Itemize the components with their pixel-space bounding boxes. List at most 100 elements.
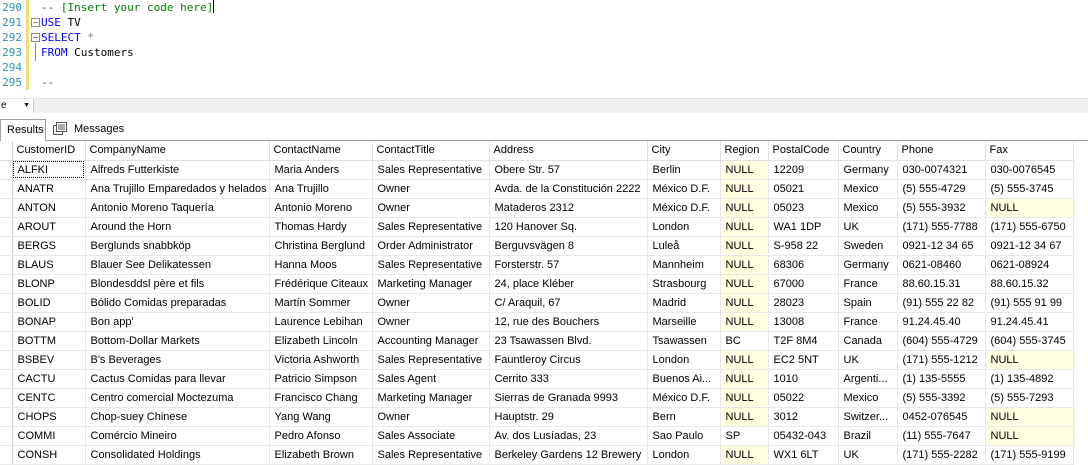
results-grid[interactable]: CustomerID CompanyName ContactName ContactT… — [0, 141, 1088, 465]
grid-cell[interactable]: France — [838, 312, 898, 332]
row-selector[interactable] — [0, 236, 13, 256]
grid-cell[interactable]: Elizabeth Lincoln — [269, 331, 373, 351]
collapse-icon[interactable]: − — [31, 33, 40, 42]
code-line[interactable]: 291 USE TV — [0, 15, 1088, 30]
grid-cell[interactable]: Owner — [372, 198, 490, 218]
grid-cell[interactable]: (91) 555 91 99 — [985, 293, 1074, 313]
table-row[interactable]: BSBEV B's Beverages Victoria Ashworth Sales… — [0, 350, 1074, 370]
grid-cell[interactable]: EC2 5NT — [768, 350, 839, 370]
grid-cell[interactable]: Berguvsvägen 8 — [489, 236, 648, 256]
grid-cell[interactable]: Sierras de Granada 9993 — [489, 388, 648, 408]
grid-cell[interactable]: Accounting Manager — [372, 331, 490, 351]
table-row[interactable]: BOLID Bólido Comidas preparadas Martín Som… — [0, 293, 1074, 313]
grid-cell[interactable]: ANTON — [12, 198, 86, 218]
grid-cell[interactable]: 120 Hanover Sq. — [489, 217, 648, 237]
grid-cell[interactable]: (5) 555-7293 — [985, 388, 1074, 408]
grid-cell[interactable]: WX1 6LT — [768, 445, 839, 465]
grid-cell[interactable]: 12, rue des Bouchers — [489, 312, 648, 332]
grid-cell[interactable]: 67000 — [768, 274, 839, 294]
grid-cell[interactable]: 0921-12 34 67 — [985, 236, 1074, 256]
grid-cell[interactable]: Tsawassen — [647, 331, 721, 351]
grid-cell[interactable]: SP — [720, 426, 769, 446]
grid-cell[interactable]: Laurence Lebihan — [269, 312, 373, 332]
grid-cell[interactable]: NULL — [720, 179, 769, 199]
grid-cell[interactable]: Marketing Manager — [372, 388, 490, 408]
grid-cell[interactable]: NULL — [985, 350, 1074, 370]
grid-cell[interactable]: NULL — [720, 312, 769, 332]
grid-cell[interactable]: 28023 — [768, 293, 839, 313]
row-selector[interactable] — [0, 312, 13, 332]
grid-cell[interactable]: Owner — [372, 293, 490, 313]
row-selector[interactable] — [0, 350, 13, 370]
grid-cell[interactable]: London — [647, 445, 721, 465]
grid-cell[interactable]: Consolidated Holdings — [85, 445, 270, 465]
grid-cell[interactable]: C/ Araquil, 67 — [489, 293, 648, 313]
grid-cell[interactable]: (5) 555-3745 — [985, 179, 1074, 199]
grid-cell[interactable]: (5) 555-3392 — [897, 388, 986, 408]
table-row[interactable]: BLAUS Blauer See Delikatessen Hanna Moos Sa… — [0, 255, 1074, 275]
grid-cell[interactable]: Blondesddsl père et fils — [85, 274, 270, 294]
grid-cell[interactable]: (1) 135-4892 — [985, 369, 1074, 389]
grid-cell[interactable]: London — [647, 350, 721, 370]
grid-cell[interactable]: Sales Representative — [372, 350, 490, 370]
grid-cell[interactable]: 3012 — [768, 407, 839, 427]
column-header[interactable]: Fax — [985, 141, 1074, 161]
grid-cell[interactable]: Obere Str. 57 — [489, 160, 648, 180]
grid-cell[interactable]: Argenti... — [838, 369, 898, 389]
grid-cell[interactable]: NULL — [720, 217, 769, 237]
grid-cell[interactable]: Mannheim — [647, 255, 721, 275]
grid-cell[interactable]: 24, place Kléber — [489, 274, 648, 294]
row-selector[interactable] — [0, 407, 13, 427]
row-selector[interactable] — [0, 255, 13, 275]
code-line[interactable]: 295 -- — [0, 75, 1088, 90]
grid-cell[interactable]: (5) 555-4729 — [897, 179, 986, 199]
grid-cell[interactable]: NULL — [720, 255, 769, 275]
grid-cell[interactable]: Hanna Moos — [269, 255, 373, 275]
grid-cell[interactable]: Owner — [372, 407, 490, 427]
grid-cell[interactable]: Bottom-Dollar Markets — [85, 331, 270, 351]
grid-cell[interactable]: Mataderos 2312 — [489, 198, 648, 218]
grid-cell[interactable]: Blauer See Delikatessen — [85, 255, 270, 275]
grid-cell[interactable]: NULL — [720, 236, 769, 256]
grid-cell[interactable]: Canada — [838, 331, 898, 351]
query-editor[interactable]: 290 -- [Insert your code here] 291 USE TV 29… — [0, 0, 1088, 98]
grid-cell[interactable]: Berglunds snabbköp — [85, 236, 270, 256]
grid-cell[interactable]: NULL — [720, 160, 769, 180]
grid-cell[interactable]: Bern — [647, 407, 721, 427]
grid-cell[interactable]: 05021 — [768, 179, 839, 199]
grid-cell[interactable]: 91.24.45.41 — [985, 312, 1074, 332]
grid-cell[interactable]: Germany — [838, 255, 898, 275]
grid-cell[interactable]: ALFKI — [12, 160, 86, 180]
table-row[interactable]: CACTU Cactus Comidas para llevar Patricio … — [0, 369, 1074, 389]
row-selector[interactable] — [0, 369, 13, 389]
grid-cell[interactable]: AROUT — [12, 217, 86, 237]
table-row[interactable]: COMMI Comércio Mineiro Pedro Afonso Sales A… — [0, 426, 1074, 446]
grid-cell[interactable]: France — [838, 274, 898, 294]
grid-cell[interactable]: NULL — [720, 350, 769, 370]
grid-cell[interactable]: Christina Berglund — [269, 236, 373, 256]
grid-cell[interactable]: Mexico — [838, 388, 898, 408]
row-selector[interactable] — [0, 426, 13, 446]
grid-cell[interactable]: (171) 555-2282 — [897, 445, 986, 465]
grid-cell[interactable]: México D.F. — [647, 179, 721, 199]
table-row[interactable]: BERGS Berglunds snabbköp Christina Berglun… — [0, 236, 1074, 256]
grid-cell[interactable]: Centro comercial Moctezuma — [85, 388, 270, 408]
grid-cell[interactable]: (171) 555-7788 — [897, 217, 986, 237]
grid-cell[interactable]: 91.24.45.40 — [897, 312, 986, 332]
grid-cell[interactable]: Sales Representative — [372, 160, 490, 180]
grid-cell[interactable]: CENTC — [12, 388, 86, 408]
grid-cell[interactable]: NULL — [720, 293, 769, 313]
grid-cell[interactable]: Av. dos Lusíadas, 23 — [489, 426, 648, 446]
grid-cell[interactable]: Pedro Afonso — [269, 426, 373, 446]
grid-cell[interactable]: Sales Representative — [372, 217, 490, 237]
grid-cell[interactable]: (11) 555-7647 — [897, 426, 986, 446]
grid-cell[interactable]: Elizabeth Brown — [269, 445, 373, 465]
grid-cell[interactable]: Sales Agent — [372, 369, 490, 389]
grid-cell[interactable]: 05022 — [768, 388, 839, 408]
grid-cell[interactable]: Order Administrator — [372, 236, 490, 256]
grid-cell[interactable]: BLAUS — [12, 255, 86, 275]
grid-cell[interactable]: UK — [838, 445, 898, 465]
grid-cell[interactable]: Mexico — [838, 179, 898, 199]
row-selector[interactable] — [0, 331, 13, 351]
grid-cell[interactable]: Maria Anders — [269, 160, 373, 180]
